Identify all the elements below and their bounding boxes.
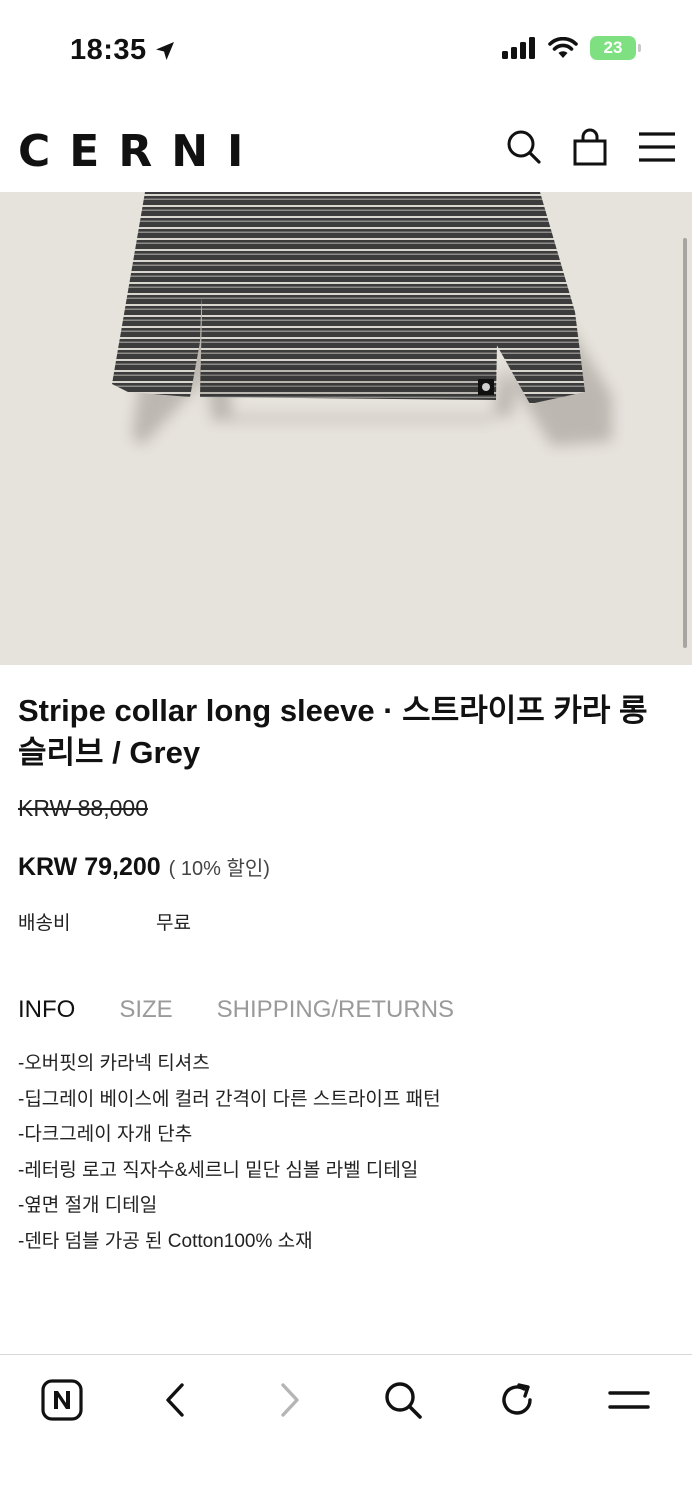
- tab-shipping-returns[interactable]: SHIPPING/RETURNS: [217, 996, 454, 1024]
- reload-icon: [502, 1383, 532, 1415]
- sale-price-row: KRW 79,200 ( 10% 할인): [18, 852, 270, 882]
- shipping-label: 배송비: [18, 913, 71, 934]
- status-bar: 18:35 23: [0, 0, 692, 100]
- location-arrow-icon: [155, 41, 174, 60]
- forward-button[interactable]: [265, 1375, 315, 1425]
- product-detail-tabs: INFO SIZE SHIPPING/RETURNS: [18, 996, 454, 1024]
- sale-price: KRW 79,200: [18, 853, 161, 881]
- chevron-left-icon: [166, 1383, 184, 1417]
- site-header: CERNI: [0, 100, 692, 192]
- product-image[interactable]: [0, 192, 692, 665]
- info-line: -레터링 로고 직자수&세르니 밑단 심볼 라벨 디테일: [18, 1159, 419, 1181]
- original-price: KRW 88,000: [18, 795, 148, 821]
- naver-home-button[interactable]: [37, 1375, 87, 1425]
- product-title: Stripe collar long sleeve · 스트라이프 카라 롱 슬…: [18, 693, 648, 770]
- browser-search-button[interactable]: [378, 1375, 428, 1425]
- shipping-value: 무료: [156, 913, 191, 934]
- battery-level: 23: [603, 38, 623, 57]
- browser-menu-button[interactable]: [604, 1375, 654, 1425]
- info-line: -오버핏의 카라넥 티셔츠: [18, 1053, 210, 1074]
- cellular-signal-icon: [502, 37, 535, 59]
- tab-size[interactable]: SIZE: [119, 996, 172, 1024]
- back-button[interactable]: [150, 1375, 200, 1425]
- battery-icon: 23: [590, 36, 641, 60]
- wifi-icon: [548, 37, 578, 58]
- naver-n-icon: [41, 1379, 83, 1421]
- striped-shirt-image: [112, 192, 612, 446]
- tab-info[interactable]: INFO: [18, 996, 75, 1024]
- hamburger-menu-icon[interactable]: [638, 131, 676, 163]
- info-line: -다크그레이 자개 단추: [18, 1124, 193, 1145]
- chevron-right-icon: [281, 1383, 299, 1417]
- shopping-bag-icon[interactable]: [572, 128, 608, 166]
- reload-button[interactable]: [492, 1375, 542, 1425]
- home-indicator: [232, 1476, 460, 1484]
- search-icon[interactable]: [506, 129, 542, 165]
- status-indicators: 23: [502, 36, 641, 60]
- product-info-list: -오버핏의 카라넥 티셔츠 -딥그레이 베이스에 컬러 간격이 다른 스트라이프…: [18, 1046, 441, 1259]
- menu-icon: [608, 1391, 650, 1409]
- browser-toolbar: [0, 1354, 692, 1500]
- header-actions: [506, 128, 676, 166]
- search-icon: [385, 1382, 422, 1419]
- status-time-text: 18:35: [70, 34, 147, 66]
- status-time: 18:35: [70, 34, 177, 67]
- cerni-logo[interactable]: CERNI: [18, 126, 262, 177]
- info-line: -옆면 절개 디테일: [18, 1195, 158, 1216]
- shipping-row: 배송비 무료: [18, 908, 191, 935]
- scroll-indicator[interactable]: [683, 238, 687, 648]
- info-line: -덴타 덤블 가공 된 Cotton100% 소재: [18, 1230, 313, 1252]
- discount-note: ( 10% 할인): [168, 858, 270, 880]
- info-line: -딥그레이 베이스에 컬러 간격이 다른 스트라이프 패턴: [18, 1088, 441, 1110]
